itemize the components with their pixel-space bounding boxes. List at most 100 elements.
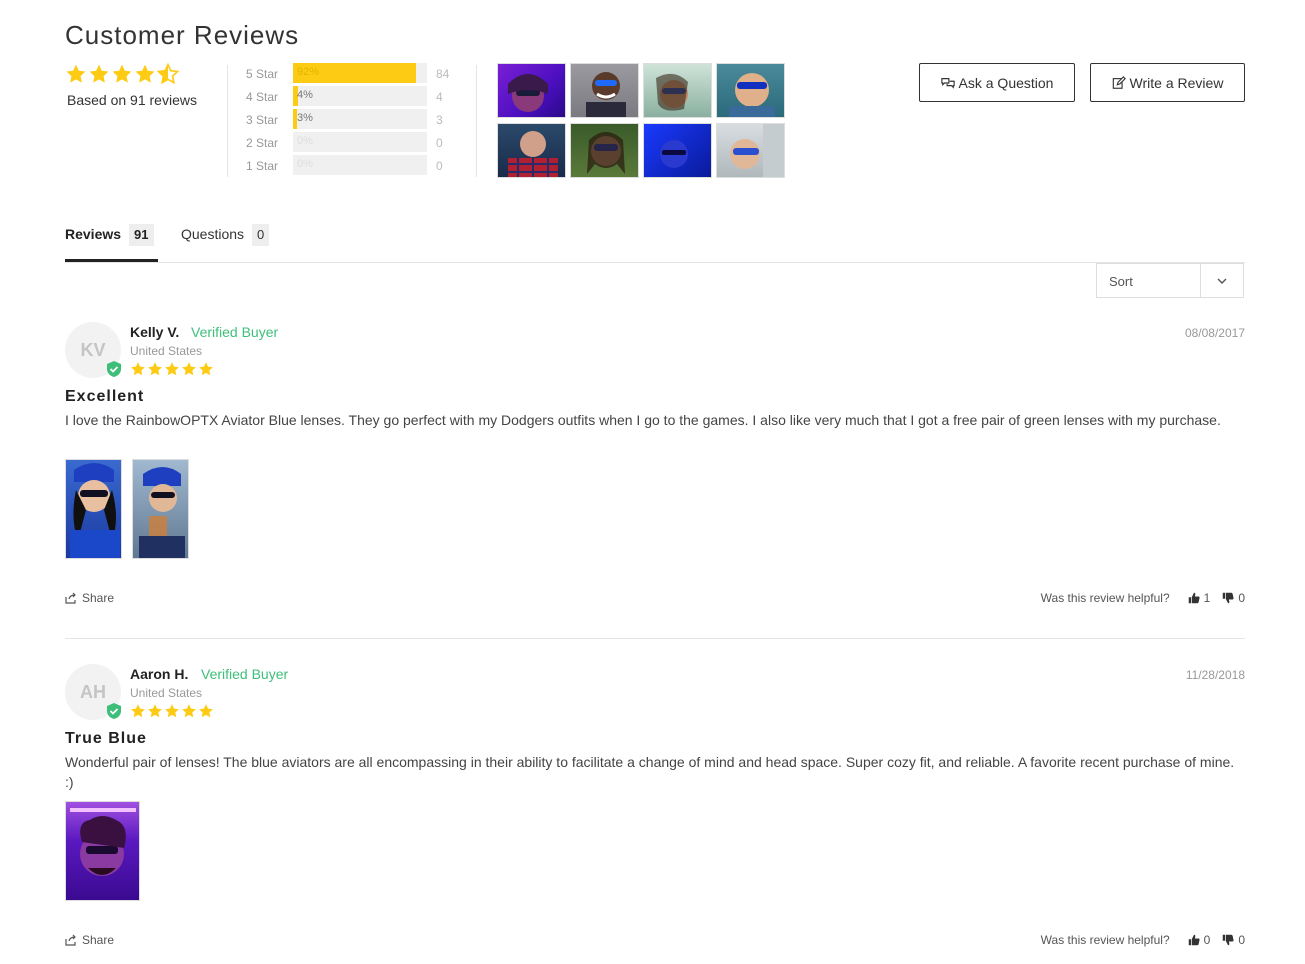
gallery-photo[interactable] <box>716 123 785 178</box>
vote-down-button[interactable]: 0 <box>1222 591 1245 605</box>
share-label: Share <box>82 591 115 605</box>
divider <box>65 638 1245 639</box>
page-title: Customer Reviews <box>65 20 300 50</box>
ask-question-label: Ask a Question <box>958 74 1054 91</box>
thumbs-down-icon <box>1222 592 1234 604</box>
histogram-count: 3 <box>436 113 443 127</box>
half-star-icon <box>157 63 179 85</box>
reviewer-location: United States <box>130 344 203 358</box>
review-item: AH Aaron H. Verified Buyer United States… <box>65 664 1245 954</box>
verified-buyer-label: Verified Buyer <box>201 666 289 682</box>
helpful-prompt: Was this review helpful? <box>1040 933 1170 947</box>
divider <box>227 65 228 177</box>
histogram-row-1[interactable]: 1 Star 0% 0 <box>246 155 466 175</box>
review-date: 11/28/2018 <box>1185 668 1245 682</box>
histogram-count: 0 <box>436 159 443 173</box>
histogram-bar: 3% <box>293 109 427 129</box>
share-button[interactable]: Share <box>65 591 114 605</box>
thumbs-up-icon <box>1188 592 1200 604</box>
histogram-label: 1 Star <box>246 159 279 173</box>
star-icon <box>147 361 163 377</box>
star-icon <box>65 63 87 85</box>
verified-buyer-label: Verified Buyer <box>191 324 279 340</box>
divider <box>1200 264 1201 297</box>
star-icon <box>181 703 197 719</box>
review-rating-stars <box>130 703 214 719</box>
write-review-button[interactable]: Write a Review <box>1090 63 1245 102</box>
helpful-votes: Was this review helpful? 1 0 <box>1041 591 1245 605</box>
review-photo[interactable] <box>65 459 122 559</box>
star-icon <box>181 361 197 377</box>
histogram-label: 4 Star <box>246 90 279 104</box>
verified-check-icon <box>107 361 121 377</box>
gallery-photo[interactable] <box>716 63 785 118</box>
average-rating-stars <box>65 63 179 85</box>
review-title: Excellent <box>65 388 145 405</box>
ask-question-button[interactable]: Ask a Question <box>919 63 1075 102</box>
star-icon <box>88 63 110 85</box>
review-item: KV Kelly V. Verified Buyer United States… <box>65 322 1245 612</box>
gallery-photo[interactable] <box>643 123 712 178</box>
histogram-percent: 3% <box>297 112 313 124</box>
review-title: True Blue <box>65 730 147 747</box>
histogram-percent: 0% <box>297 158 313 170</box>
vote-up-button[interactable]: 1 <box>1188 591 1210 605</box>
histogram-bar: 0% <box>293 132 427 152</box>
reviewer-name: Kelly V. <box>130 324 180 340</box>
star-icon <box>198 703 214 719</box>
tabs-underline <box>65 262 1245 263</box>
histogram-label: 3 Star <box>246 113 279 127</box>
tab-reviews[interactable]: Reviews 91 <box>65 224 158 262</box>
star-icon <box>130 703 146 719</box>
star-icon <box>147 703 163 719</box>
star-icon <box>111 63 133 85</box>
review-photo[interactable] <box>65 801 140 901</box>
histogram-count: 0 <box>436 136 443 150</box>
helpful-votes: Was this review helpful? 0 0 <box>1041 933 1245 947</box>
histogram-row-3[interactable]: 3 Star 3% 3 <box>246 109 466 129</box>
vote-up-count: 0 <box>1203 933 1211 947</box>
vote-up-button[interactable]: 0 <box>1188 933 1211 947</box>
review-photo[interactable] <box>132 459 189 559</box>
chat-bubbles-icon <box>940 77 955 89</box>
tab-questions[interactable]: Questions 0 <box>181 224 270 262</box>
gallery-photo[interactable] <box>643 63 712 118</box>
tab-count-badge: 0 <box>252 224 270 246</box>
histogram-bar: 0% <box>293 155 427 175</box>
gallery-photo[interactable] <box>570 123 639 178</box>
review-rating-stars <box>130 361 214 377</box>
histogram-label: 5 Star <box>246 67 279 81</box>
histogram-percent: 4% <box>297 89 313 101</box>
gallery-photo[interactable] <box>570 63 639 118</box>
reviews-count-summary: Based on 91 reviews <box>67 92 197 108</box>
share-button[interactable]: Share <box>65 933 114 947</box>
histogram-bar: 4% <box>293 86 427 106</box>
sort-label: Sort <box>1109 274 1133 289</box>
histogram-row-2[interactable]: 2 Star 0% 0 <box>246 132 466 152</box>
gallery-photo[interactable] <box>497 123 566 178</box>
histogram-count: 4 <box>436 90 443 104</box>
write-review-label: Write a Review <box>1129 74 1224 91</box>
gallery-photo[interactable] <box>497 63 566 118</box>
review-body: Wonderful pair of lenses! The blue aviat… <box>65 754 1235 790</box>
histogram-percent: 0% <box>297 135 313 147</box>
share-icon <box>65 592 76 604</box>
histogram-row-5[interactable]: 5 Star 92% 84 <box>246 63 466 83</box>
star-icon <box>134 63 156 85</box>
histogram-percent: 92% <box>297 66 320 78</box>
sort-dropdown[interactable]: Sort <box>1096 263 1244 298</box>
histogram-bar: 92% <box>293 63 427 83</box>
vote-down-button[interactable]: 0 <box>1222 933 1245 947</box>
histogram-row-4[interactable]: 4 Star 4% 4 <box>246 86 466 106</box>
share-icon <box>65 934 76 946</box>
vote-down-count: 0 <box>1238 933 1245 947</box>
star-icon <box>164 703 180 719</box>
vote-down-count: 0 <box>1238 591 1245 605</box>
histogram-label: 2 Star <box>246 136 279 150</box>
thumbs-up-icon <box>1188 934 1200 946</box>
reviewer-location: United States <box>130 686 203 700</box>
tab-count-badge: 91 <box>129 224 154 246</box>
star-icon <box>130 361 146 377</box>
share-label: Share <box>82 933 115 947</box>
edit-icon <box>1112 75 1126 89</box>
